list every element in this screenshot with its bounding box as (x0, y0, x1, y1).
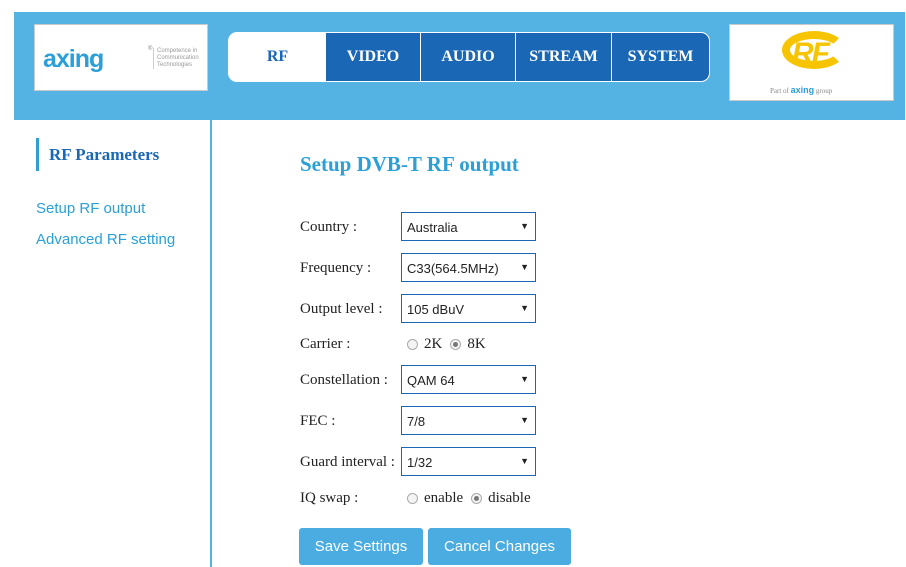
sidebar-divider (210, 120, 212, 567)
output-level-select[interactable]: 105 dBuV ▼ (401, 294, 536, 323)
tab-video[interactable]: VIDEO (326, 33, 421, 81)
fec-label: FEC : (300, 413, 336, 429)
dropdown-arrow-icon: ▼ (520, 262, 529, 272)
dropdown-arrow-icon: ▼ (520, 221, 529, 231)
dropdown-arrow-icon: ▼ (520, 374, 529, 384)
axing-logo-reg: ® (148, 46, 153, 52)
fec-value: 7/8 (407, 414, 426, 429)
header-bar: axing ® Competence in Communication Tech… (14, 12, 905, 120)
country-select[interactable]: Australia ▼ (401, 212, 536, 241)
guard-interval-label: Guard interval : (300, 454, 395, 470)
constellation-label: Constellation : (300, 372, 388, 388)
sidebar-link-setup-rf-output[interactable]: Setup RF output (36, 200, 145, 217)
dropdown-arrow-icon: ▼ (520, 456, 529, 466)
tab-rf[interactable]: RF (229, 33, 326, 81)
tab-system[interactable]: SYSTEM (612, 33, 709, 81)
iq-swap-radio-group: enable disable (407, 490, 539, 507)
main-nav: RF VIDEO AUDIO STREAM SYSTEM (228, 32, 710, 82)
axing-logo-word: axing (43, 45, 104, 73)
frequency-label: Frequency : (300, 260, 372, 276)
page-title: Setup DVB-T RF output (300, 152, 519, 176)
fec-select[interactable]: 7/8 ▼ (401, 406, 536, 435)
sidebar-title-accent (36, 138, 39, 171)
carrier-8k-radio[interactable] (450, 339, 462, 350)
sidebar-title: RF Parameters (49, 145, 160, 164)
guard-interval-select[interactable]: 1/32 ▼ (401, 447, 536, 476)
iq-swap-enable-label: enable (424, 490, 464, 506)
rf-partner-logo: RF Part of axing group (729, 24, 894, 101)
country-value: Australia (407, 220, 458, 235)
guard-interval-value: 1/32 (407, 455, 433, 470)
rf-logo-word: RF (792, 37, 830, 70)
output-level-value: 105 dBuV (407, 302, 465, 317)
cancel-changes-button[interactable]: Cancel Changes (428, 528, 571, 565)
constellation-value: QAM 64 (407, 373, 455, 388)
carrier-8k-label: 8K (467, 336, 486, 352)
constellation-select[interactable]: QAM 64 ▼ (401, 365, 536, 394)
output-level-label: Output level : (300, 301, 383, 317)
frequency-value: C33(564.5MHz) (407, 261, 499, 276)
dropdown-arrow-icon: ▼ (520, 415, 529, 425)
iq-swap-enable-radio[interactable] (407, 493, 418, 504)
iq-swap-label: IQ swap : (300, 490, 359, 506)
tab-audio[interactable]: AUDIO (421, 33, 516, 81)
dropdown-arrow-icon: ▼ (520, 303, 529, 313)
iq-swap-disable-radio[interactable] (471, 493, 483, 504)
carrier-label: Carrier : (300, 336, 351, 352)
country-label: Country : (300, 219, 358, 235)
sidebar-link-advanced-rf-setting[interactable]: Advanced RF setting (36, 231, 175, 248)
carrier-radio-group: 2K 8K (407, 336, 494, 353)
rf-logo-tagline: Part of axing group (770, 85, 833, 95)
carrier-2k-label: 2K (424, 336, 443, 352)
axing-logo: axing ® Competence in Communication Tech… (34, 24, 208, 91)
save-settings-button[interactable]: Save Settings (299, 528, 423, 565)
iq-swap-disable-label: disable (488, 490, 531, 506)
frequency-select[interactable]: C33(564.5MHz) ▼ (401, 253, 536, 282)
carrier-2k-radio[interactable] (407, 339, 418, 350)
axing-logo-tagline: Competence in Communication Technologies (153, 48, 213, 69)
tab-stream[interactable]: STREAM (516, 33, 612, 81)
